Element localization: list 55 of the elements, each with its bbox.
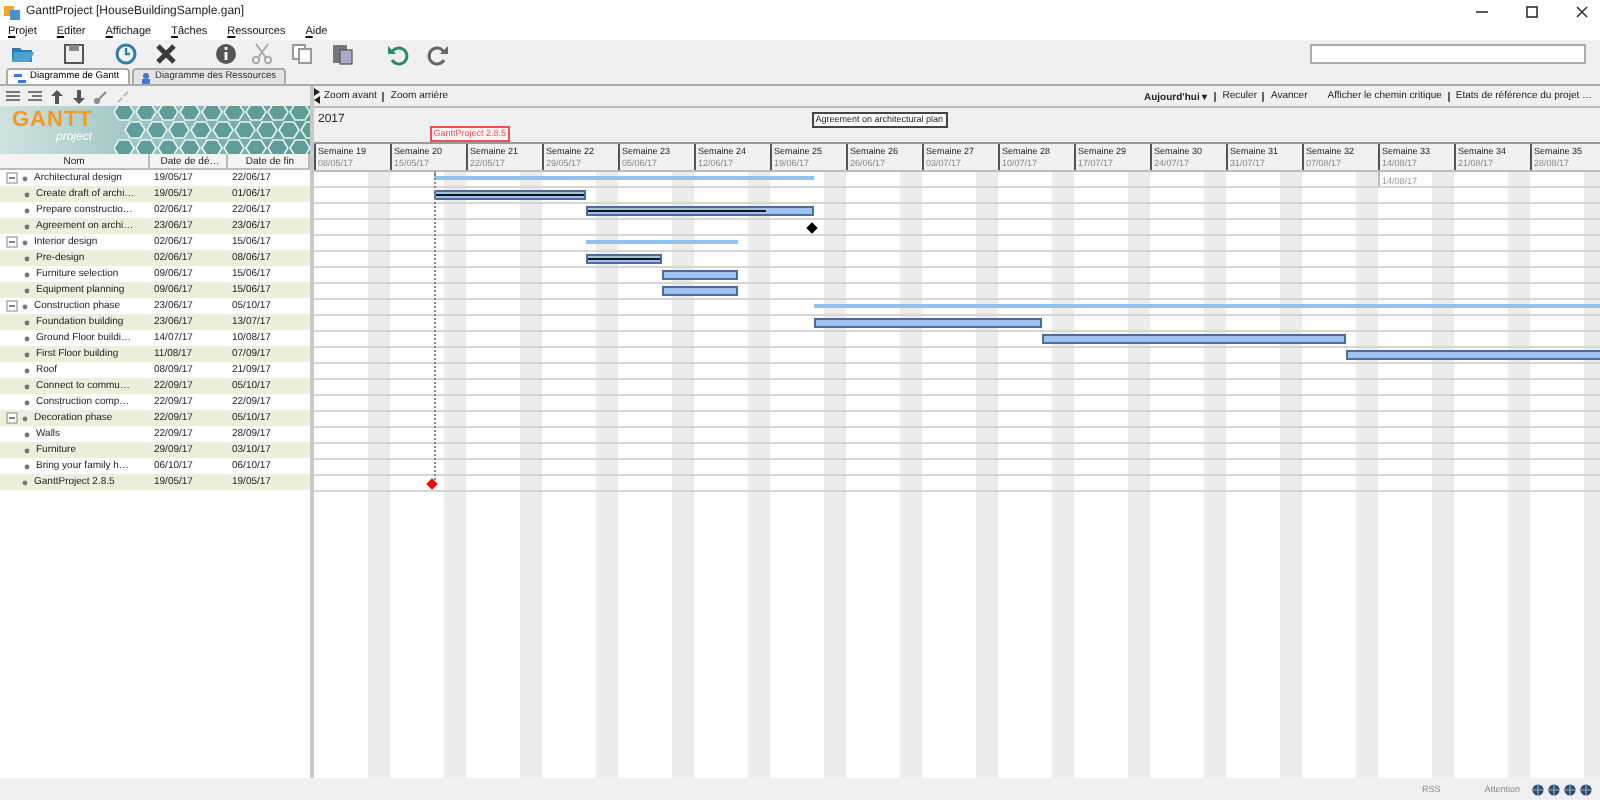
bullet-icon — [22, 239, 28, 245]
logo-name: GANTT — [12, 110, 93, 132]
bullet-icon — [24, 383, 30, 389]
folder-icon[interactable] — [10, 42, 34, 66]
bullet-icon — [24, 431, 30, 437]
app-icon — [4, 3, 20, 19]
maximize-icon[interactable] — [1524, 3, 1540, 19]
bullet-icon — [24, 191, 30, 197]
bullet-icon — [22, 303, 28, 309]
bullet-icon — [24, 447, 30, 453]
bullet-icon — [24, 287, 30, 293]
task-bar[interactable] — [433, 190, 586, 200]
task-bar[interactable] — [585, 206, 814, 216]
close-icon[interactable] — [1574, 3, 1590, 19]
bullet-icon — [24, 367, 30, 373]
bullet-icon — [24, 271, 30, 277]
bullet-icon — [24, 463, 30, 469]
down-arrow-icon[interactable] — [72, 89, 86, 103]
release-marker[interactable] — [426, 477, 439, 489]
bullet-icon — [24, 335, 30, 341]
people-icon — [139, 71, 152, 83]
bullet-icon — [24, 223, 30, 229]
indent-icon[interactable] — [6, 89, 20, 103]
bullet-icon — [24, 319, 30, 325]
outdent-icon[interactable] — [28, 89, 42, 103]
bullet-icon — [24, 399, 30, 405]
undo-icon[interactable] — [386, 42, 410, 66]
globe-icon[interactable] — [1532, 783, 1544, 795]
up-arrow-icon[interactable] — [50, 89, 64, 103]
globe-icon[interactable] — [1564, 783, 1576, 795]
chart-icon — [14, 71, 26, 83]
bullet-icon — [24, 207, 30, 213]
bullet-icon — [22, 479, 28, 485]
collapse-toggle-icon[interactable] — [6, 412, 18, 424]
bullet-icon — [22, 415, 28, 421]
link-icon[interactable] — [94, 89, 108, 103]
redo-icon[interactable] — [426, 42, 450, 66]
bullet-icon — [24, 351, 30, 357]
search-field[interactable] — [1310, 44, 1586, 64]
save-icon[interactable] — [62, 42, 86, 66]
paste-icon[interactable] — [330, 42, 354, 66]
task-bar[interactable] — [585, 254, 662, 264]
info-icon[interactable] — [214, 42, 238, 66]
collapse-toggle-icon[interactable] — [6, 172, 18, 184]
globe-icon[interactable] — [1580, 783, 1592, 795]
collapse-toggle-icon[interactable] — [6, 300, 18, 312]
copy-icon[interactable] — [290, 42, 314, 66]
bullet-icon — [24, 255, 30, 261]
bullet-icon — [22, 175, 28, 181]
clock-icon[interactable] — [114, 42, 138, 66]
milestone-marker[interactable] — [806, 221, 819, 233]
collapse-toggle-icon[interactable] — [6, 236, 18, 248]
delete-icon[interactable] — [154, 42, 178, 66]
scissors-icon[interactable] — [250, 42, 274, 66]
globe-icon[interactable] — [1548, 783, 1560, 795]
